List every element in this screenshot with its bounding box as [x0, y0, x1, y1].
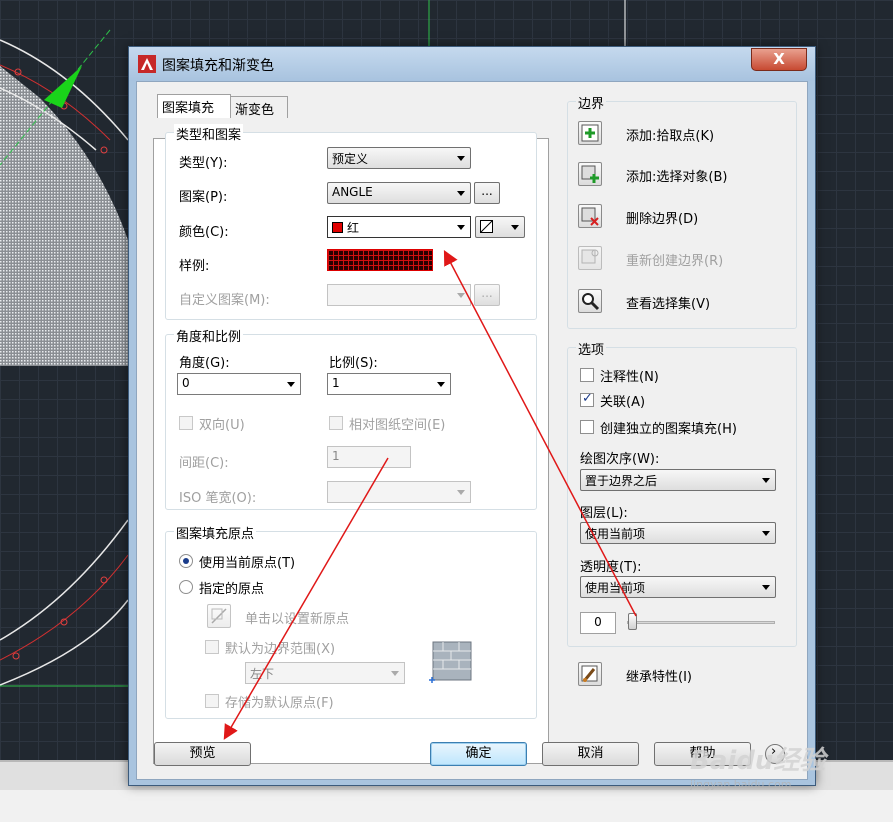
tab-hatch[interactable]: 图案填充: [157, 94, 231, 118]
baidu-watermark-url: jingyan.baidu.com: [690, 778, 792, 791]
annotation-arrow-to-sample: [443, 250, 637, 617]
annotation-arrow-to-preview: [223, 457, 389, 740]
annotation-overlay: [223, 250, 637, 740]
baidu-watermark: Baidu经验: [690, 746, 826, 776]
